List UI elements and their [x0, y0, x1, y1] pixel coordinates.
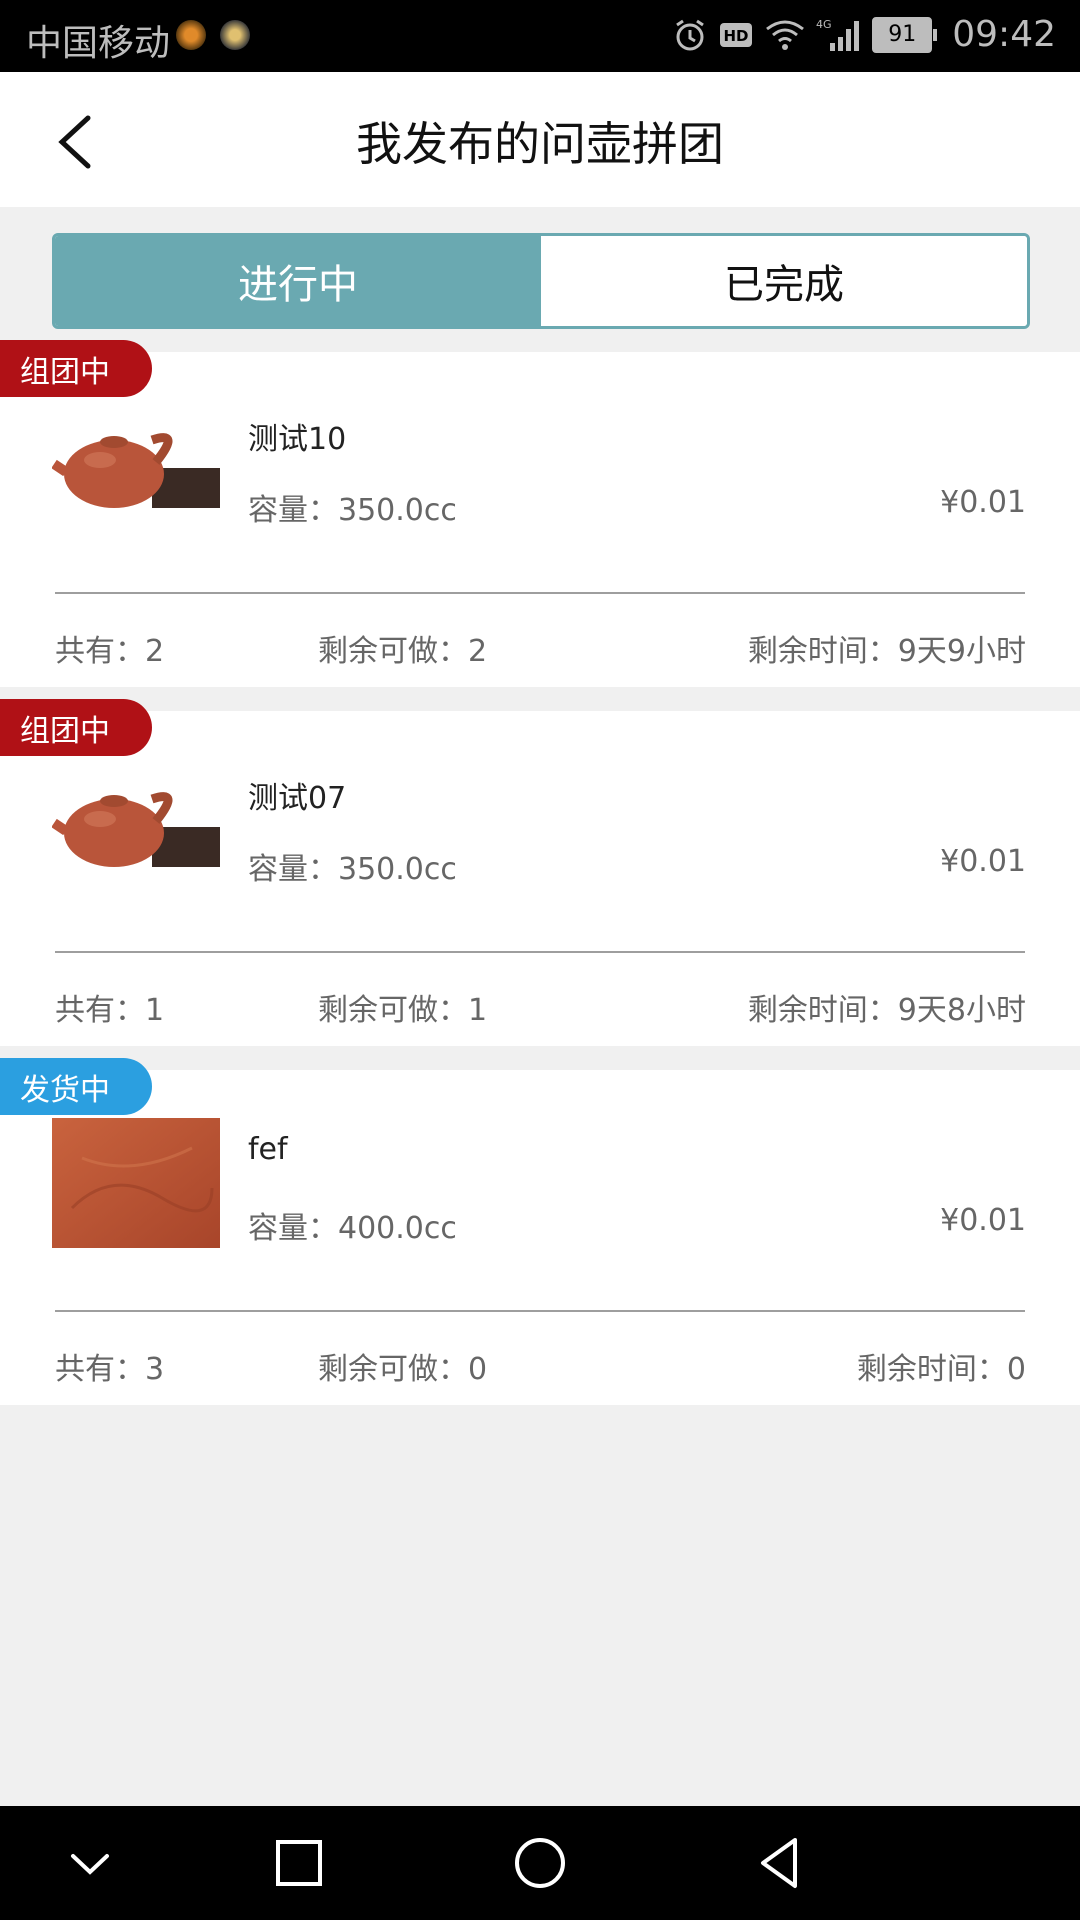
time-left: 剩余时间：9天8小时	[747, 993, 1026, 1028]
hide-nav-button[interactable]	[55, 1828, 125, 1898]
product-price: ¥0.01	[940, 844, 1026, 879]
tab-completed[interactable]: 已完成	[541, 236, 1027, 326]
status-bar: 中国移动 HD 4G 91 09:42	[0, 0, 1080, 72]
recents-button[interactable]	[264, 1828, 334, 1898]
product-capacity: 容量：350.0cc	[248, 852, 457, 887]
teapot-thumbnail	[52, 400, 220, 530]
chevron-down-icon	[71, 1854, 109, 1875]
svg-text:4G: 4G	[816, 18, 832, 31]
alarm-icon	[676, 19, 705, 50]
product-price: ¥0.01	[940, 485, 1026, 520]
wifi-icon	[766, 20, 805, 50]
teapot-thumbnail	[52, 759, 220, 889]
triangle-back-icon	[761, 1838, 797, 1888]
remaining-count: 剩余可做：1	[318, 993, 488, 1028]
home-button[interactable]	[505, 1828, 575, 1898]
divider	[55, 951, 1025, 953]
carrier-label: 中国移动	[26, 23, 171, 64]
divider	[55, 592, 1025, 594]
circle-icon	[515, 1838, 565, 1888]
product-name: 测试07	[248, 781, 347, 816]
product-name: 测试10	[248, 422, 347, 457]
product-name: fef	[248, 1132, 288, 1167]
group-card[interactable]: 组团中 测试07 容量：350.0cc ¥0.01 共有：1 剩余可做：1 剩余…	[0, 699, 1080, 1046]
product-capacity: 容量：350.0cc	[248, 493, 457, 528]
hd-icon: HD	[720, 22, 753, 47]
clock: 09:42	[952, 14, 1056, 55]
status-badge: 发货中	[0, 1058, 152, 1115]
clay-thumbnail	[52, 1118, 220, 1248]
status-badge: 组团中	[0, 699, 152, 756]
product-price: ¥0.01	[940, 1203, 1026, 1238]
signal-4g-icon: 4G	[816, 18, 860, 51]
app-notification-icon	[176, 20, 206, 50]
app-header: 我发布的问壶拼团	[0, 72, 1080, 207]
status-badge: 组团中	[0, 340, 152, 397]
status-tabs: 进行中 已完成	[52, 233, 1030, 329]
svg-text:HD: HD	[724, 27, 749, 45]
remaining-count: 剩余可做：2	[318, 634, 488, 669]
product-capacity: 容量：400.0cc	[248, 1211, 457, 1246]
total-count: 共有：3	[55, 1352, 165, 1387]
page-title: 我发布的问壶拼团	[356, 117, 724, 171]
system-nav-bar	[0, 1806, 1080, 1920]
time-left: 剩余时间：9天9小时	[747, 634, 1026, 669]
back-nav-button[interactable]	[745, 1828, 815, 1898]
tab-in-progress[interactable]: 进行中	[55, 236, 541, 326]
group-card[interactable]: 组团中 测试10 容量：350.0cc ¥0.01 共有：2 剩余可做：2 剩余…	[0, 340, 1080, 687]
battery-indicator: 91	[872, 16, 938, 53]
divider	[55, 1310, 1025, 1312]
square-icon	[276, 1840, 322, 1886]
total-count: 共有：1	[55, 993, 165, 1028]
time-left: 剩余时间：0	[856, 1352, 1026, 1387]
star-notification-icon	[220, 20, 250, 50]
group-card[interactable]: 发货中 fef 容量：400.0cc ¥0.01 共有：3 剩余可做：0 剩余时…	[0, 1058, 1080, 1405]
total-count: 共有：2	[55, 634, 165, 669]
remaining-count: 剩余可做：0	[318, 1352, 488, 1387]
